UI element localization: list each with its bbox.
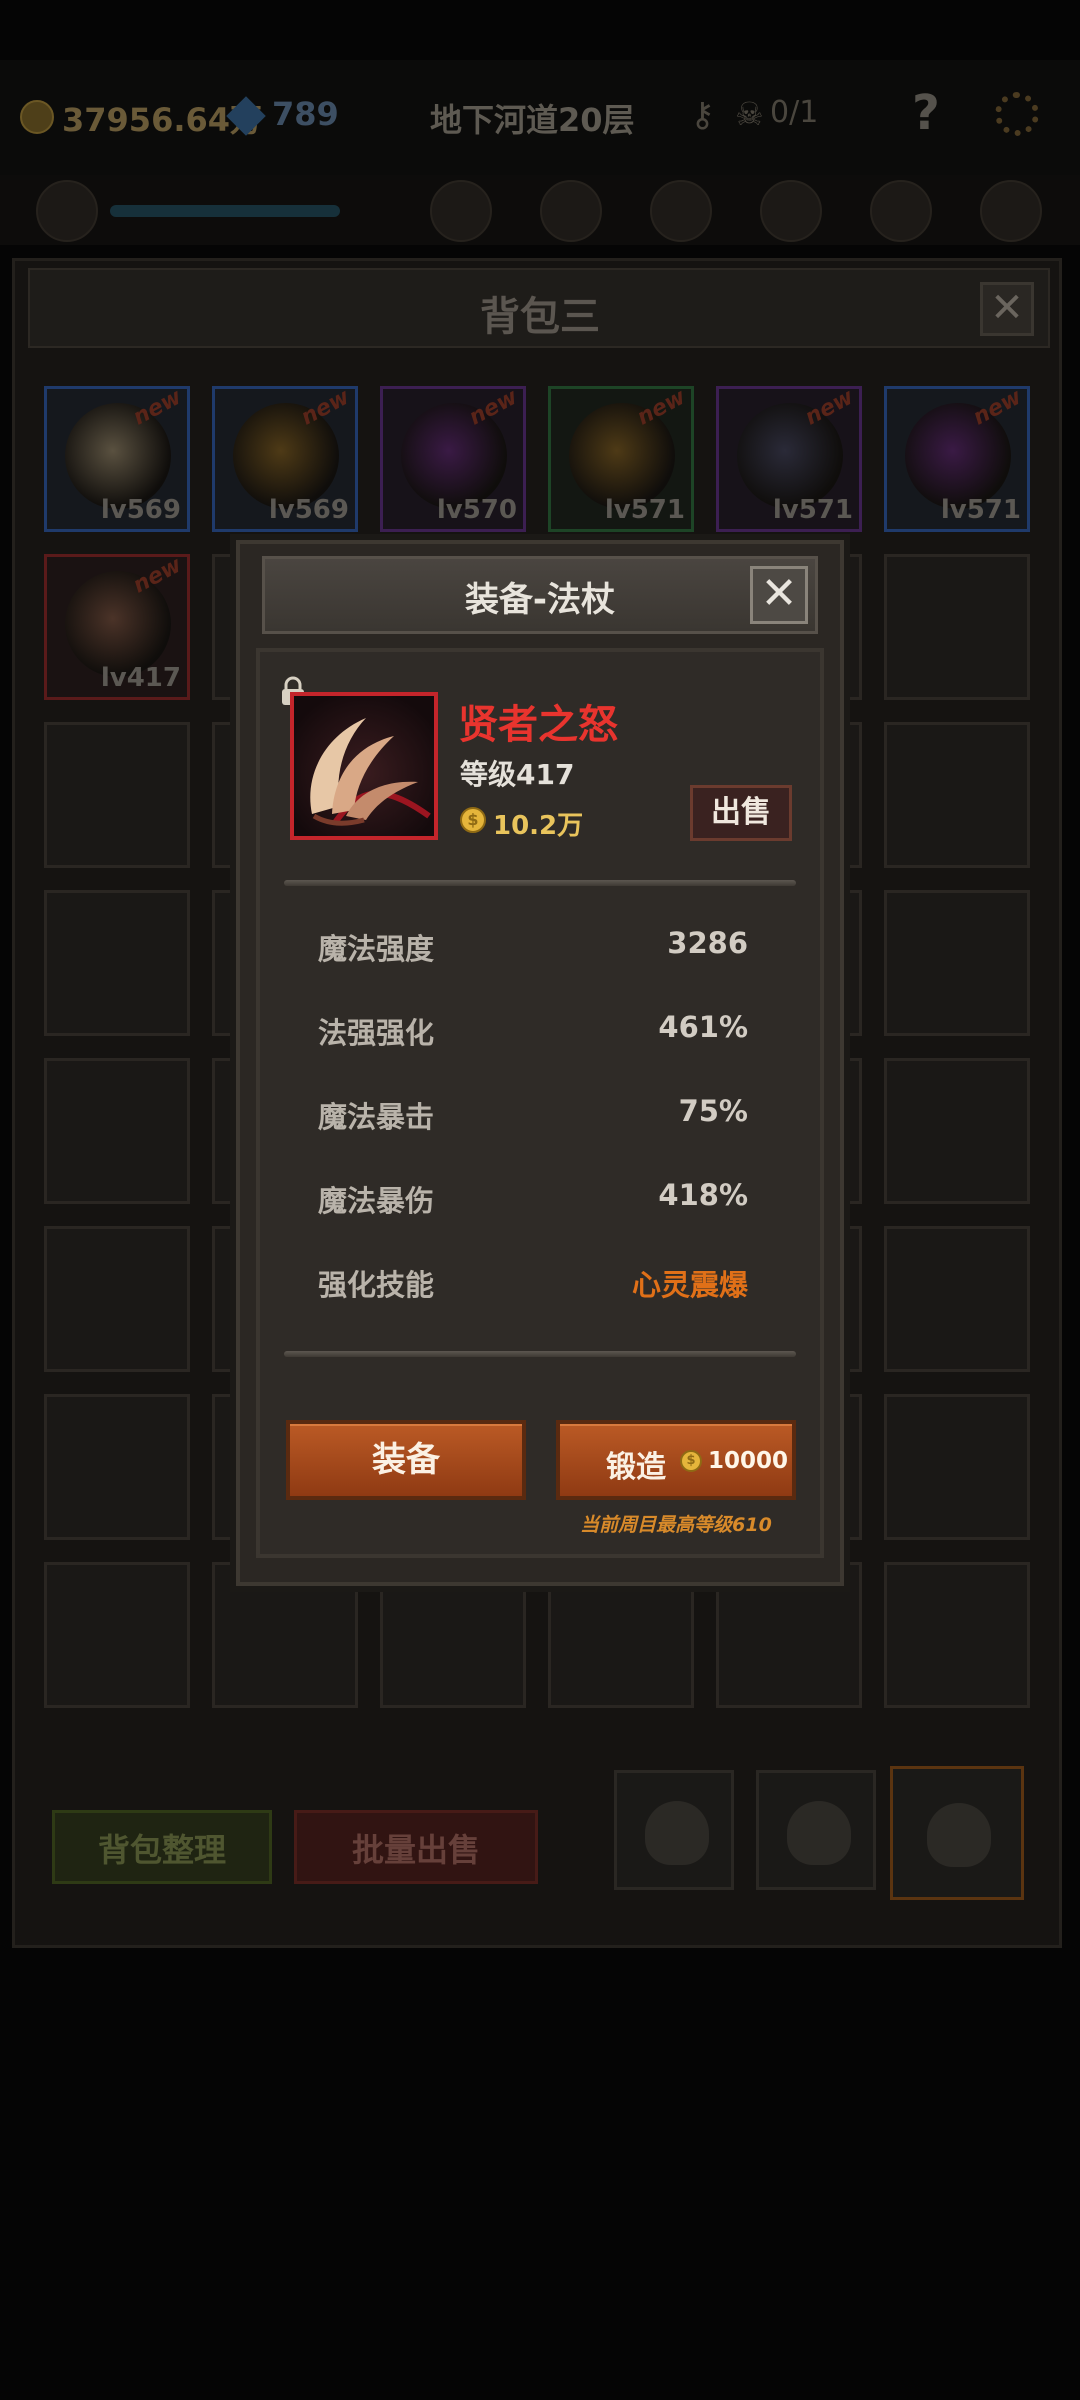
bag-tab-3[interactable] xyxy=(890,1766,1024,1900)
divider xyxy=(284,880,796,886)
sell-button[interactable]: 出售 xyxy=(690,785,792,841)
item-portrait xyxy=(290,692,438,840)
gold-coin-icon: $ xyxy=(680,1450,702,1472)
sort-bag-button[interactable]: 背包整理 xyxy=(52,1810,272,1884)
item-sell-price: 10.2万 xyxy=(493,811,584,841)
help-icon[interactable]: ? xyxy=(912,85,940,141)
empty-bag-slot[interactable] xyxy=(44,1562,190,1708)
empty-bag-slot[interactable] xyxy=(884,1058,1030,1204)
forge-cost: 10000 xyxy=(708,1448,789,1474)
enhanced-skill-value: 心灵震爆 xyxy=(631,1268,748,1302)
bag-item-slot[interactable]: new lv417 xyxy=(44,553,190,700)
divider xyxy=(284,1351,796,1357)
empty-bag-slot[interactable] xyxy=(884,1394,1030,1540)
bag-close-icon[interactable]: ✕ xyxy=(980,282,1034,336)
hero-hp-bar xyxy=(110,205,340,217)
skill-slot[interactable] xyxy=(980,180,1042,242)
bag-title: 背包三 xyxy=(480,294,600,340)
gold-coin-icon xyxy=(20,100,54,134)
pouch-icon xyxy=(787,1801,851,1865)
skill-slot[interactable] xyxy=(650,180,712,242)
skill-slot[interactable] xyxy=(540,180,602,242)
forge-button[interactable]: 锻造 $ 10000 xyxy=(556,1420,796,1500)
empty-bag-slot[interactable] xyxy=(44,1058,190,1204)
bag-item-slot[interactable]: new lv571 xyxy=(884,385,1030,532)
empty-bag-slot[interactable] xyxy=(884,554,1030,700)
pouch-icon xyxy=(927,1803,991,1867)
stat-value: 75% xyxy=(678,1094,748,1128)
stat-label: 魔法暴伤 xyxy=(318,1184,435,1218)
bag-item-slot[interactable]: new lv571 xyxy=(548,385,694,532)
settings-gear-icon[interactable] xyxy=(995,92,1039,136)
stage-title: 地下河道20层 xyxy=(430,101,635,139)
stat-label: 魔法强度 xyxy=(318,932,435,966)
item-level-label: lv571 xyxy=(772,495,853,525)
item-name: 贤者之怒 xyxy=(458,702,618,748)
empty-bag-slot[interactable] xyxy=(884,1562,1030,1708)
item-level-label: lv571 xyxy=(604,495,685,525)
empty-bag-slot[interactable] xyxy=(44,890,190,1036)
empty-bag-slot[interactable] xyxy=(44,1226,190,1372)
empty-bag-slot[interactable] xyxy=(884,890,1030,1036)
bag-tab-2[interactable] xyxy=(756,1770,876,1890)
bag-item-slot[interactable]: new lv570 xyxy=(380,385,526,532)
skill-slot[interactable] xyxy=(430,180,492,242)
stat-value: 461% xyxy=(658,1010,748,1044)
item-level-label: lv417 xyxy=(100,663,181,693)
stat-value: 418% xyxy=(658,1178,748,1212)
item-level-label: lv569 xyxy=(268,495,349,525)
item-level-label: lv571 xyxy=(940,495,1021,525)
gem-amount: 789 xyxy=(272,95,339,133)
item-level: 等级417 xyxy=(460,758,575,791)
skull-icon: ☠ xyxy=(735,95,764,133)
stat-label: 法强强化 xyxy=(318,1016,435,1050)
forge-label: 锻造 xyxy=(606,1450,666,1485)
skill-slot[interactable] xyxy=(870,180,932,242)
item-level-label: lv570 xyxy=(436,495,517,525)
equip-button[interactable]: 装备 xyxy=(286,1420,526,1500)
run-counter: 0/1 xyxy=(770,95,819,130)
bag-item-slot[interactable]: new lv569 xyxy=(212,385,358,532)
empty-bag-slot[interactable] xyxy=(884,722,1030,868)
empty-bag-slot[interactable] xyxy=(884,1226,1030,1372)
max-level-note: 当前周目最高等级610 xyxy=(580,1514,772,1536)
bulk-sell-button[interactable]: 批量出售 xyxy=(294,1810,538,1884)
empty-bag-slot[interactable] xyxy=(44,722,190,868)
hero-portrait[interactable] xyxy=(36,180,98,242)
stat-label: 魔法暴击 xyxy=(318,1100,435,1134)
stat-label: 强化技能 xyxy=(318,1268,435,1302)
gold-coin-icon: $ xyxy=(460,807,486,833)
pouch-icon xyxy=(645,1801,709,1865)
skill-slot[interactable] xyxy=(760,180,822,242)
key-icon: ⚷ xyxy=(690,95,715,135)
close-icon[interactable]: ✕ xyxy=(750,566,808,624)
item-level-label: lv569 xyxy=(100,495,181,525)
bag-tab-1[interactable] xyxy=(614,1770,734,1890)
bag-item-slot[interactable]: new lv569 xyxy=(44,385,190,532)
bag-item-slot[interactable]: new lv571 xyxy=(716,385,862,532)
modal-title: 装备-法杖 xyxy=(464,580,616,620)
staff-claw-icon xyxy=(294,696,434,836)
empty-bag-slot[interactable] xyxy=(44,1394,190,1540)
stat-value: 3286 xyxy=(667,926,748,960)
